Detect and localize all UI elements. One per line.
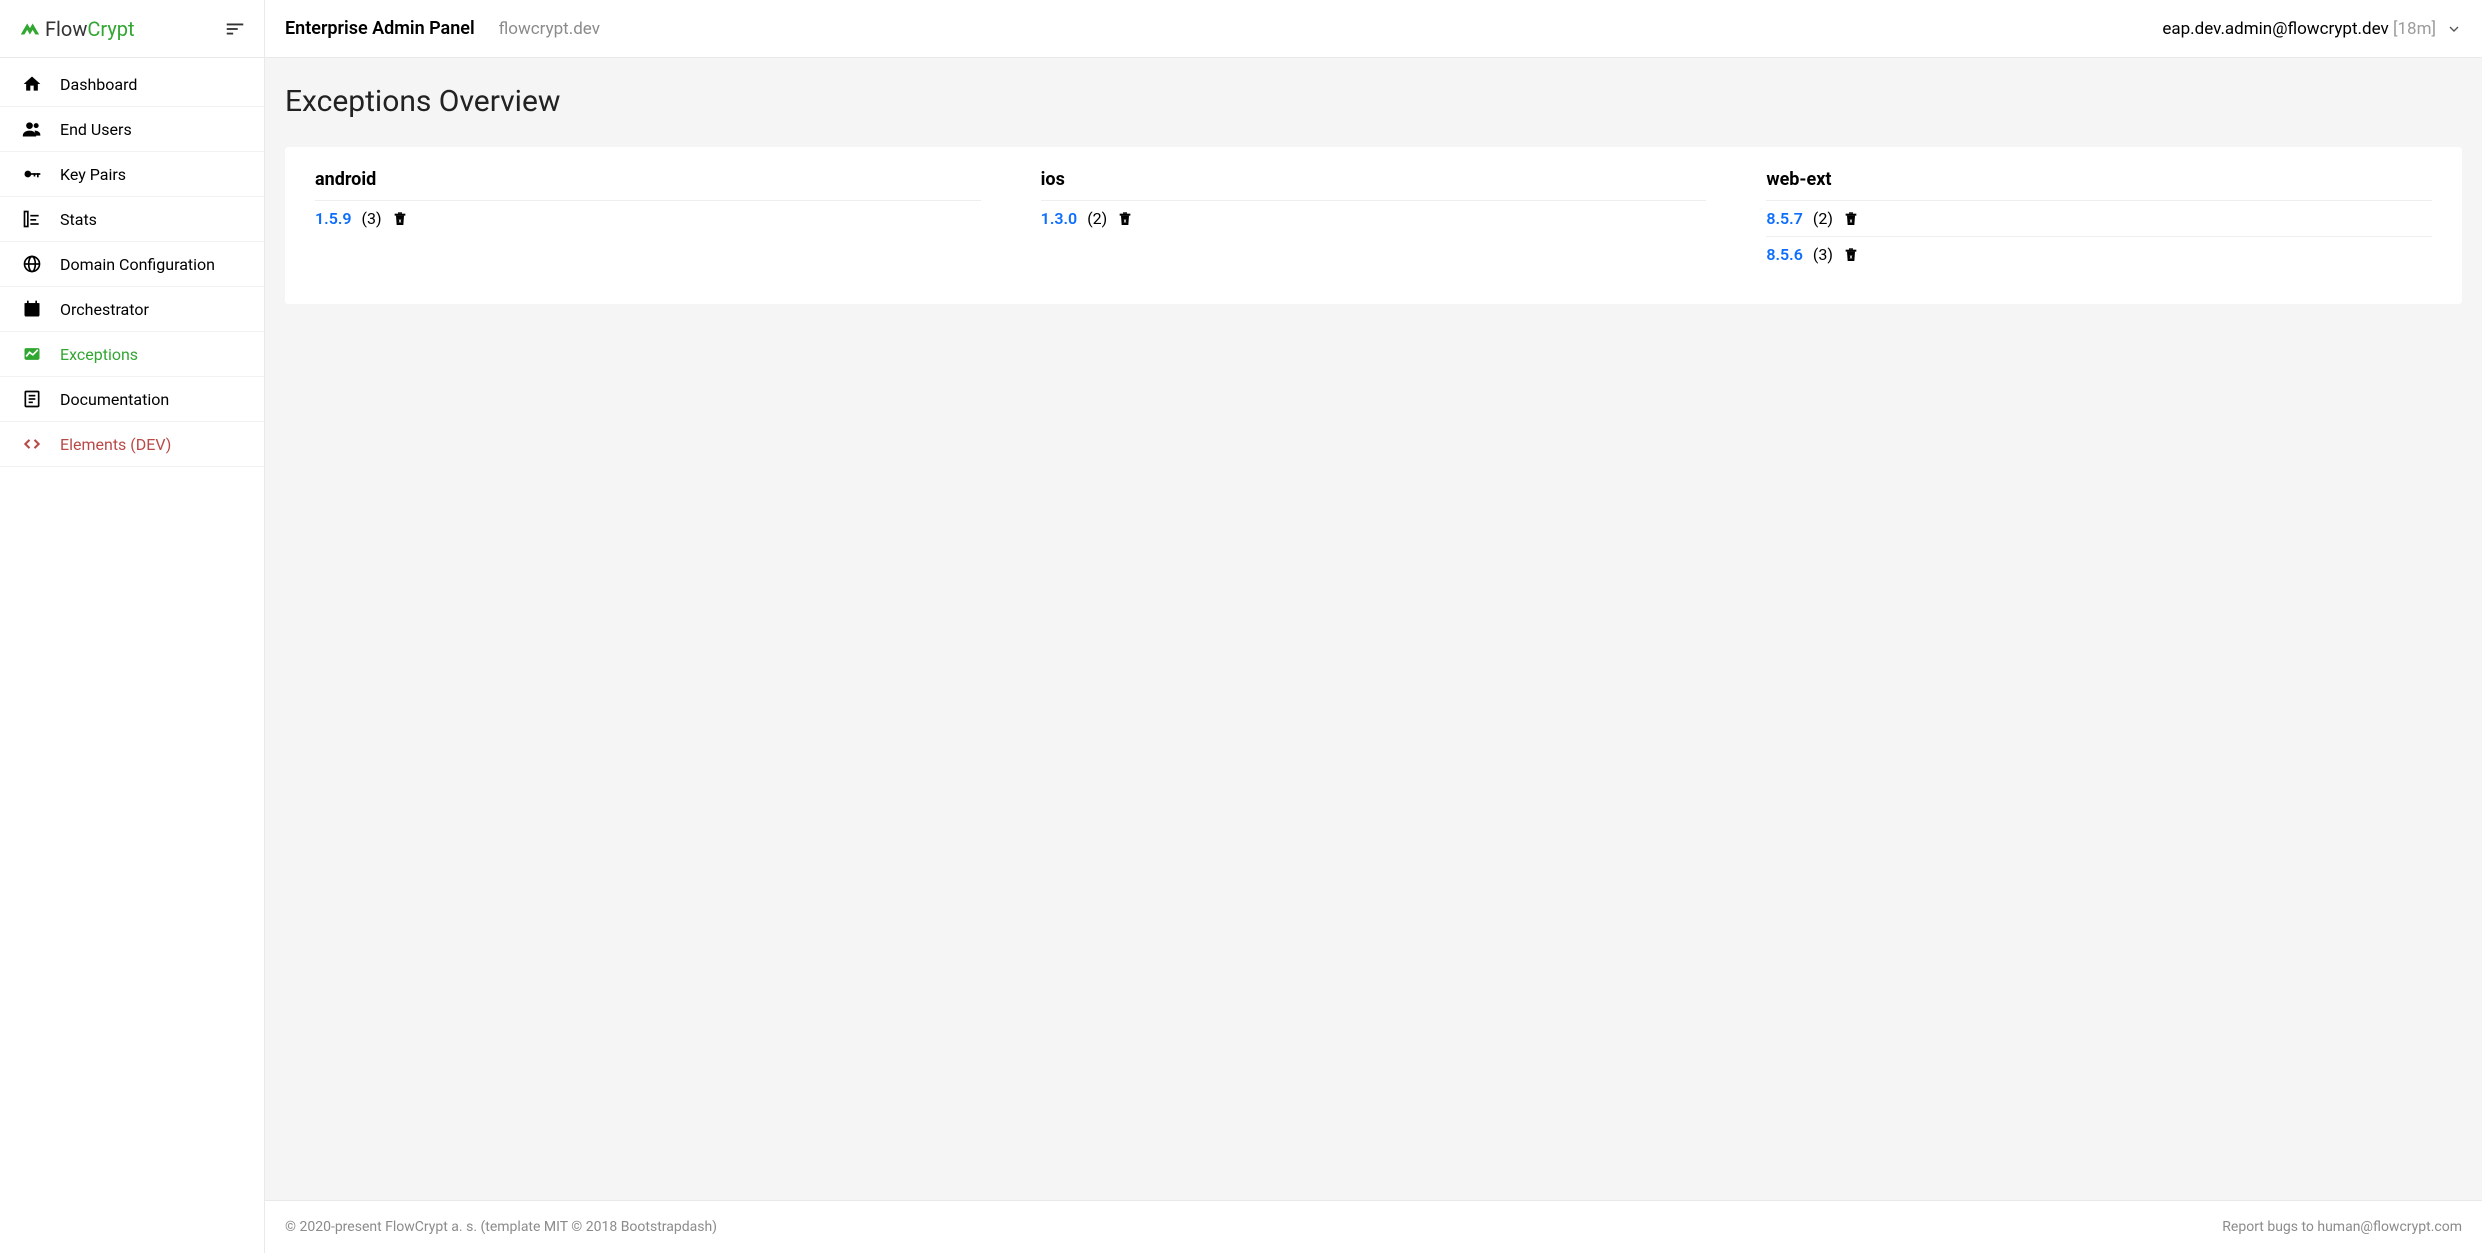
- sidebar-item-label: Stats: [60, 210, 97, 229]
- sidebar-item-label: Exceptions: [60, 345, 138, 364]
- calendar-icon: [22, 299, 42, 319]
- sidebar-item-label: Dashboard: [60, 75, 137, 94]
- version-count: (3): [1813, 245, 1833, 264]
- stats-icon: [22, 209, 42, 229]
- sidebar-header: FlowCrypt: [0, 0, 264, 58]
- logo[interactable]: FlowCrypt: [18, 17, 135, 41]
- sidebar-item-key-pairs[interactable]: Key Pairs: [0, 152, 264, 197]
- sidebar-item-documentation[interactable]: Documentation: [0, 377, 264, 422]
- sidebar-item-end-users[interactable]: End Users: [0, 107, 264, 152]
- user-session-time: [18m]: [2393, 19, 2436, 39]
- exceptions-column-web-ext: web-ext 8.5.7 (2) x 8.5.6 (3) x: [1736, 169, 2462, 272]
- trash-icon[interactable]: x: [1843, 247, 1859, 263]
- trash-icon[interactable]: x: [1117, 211, 1133, 227]
- page-title: Exceptions Overview: [285, 84, 2462, 119]
- logo-icon: [18, 18, 40, 40]
- sidebar-item-label: Documentation: [60, 390, 169, 409]
- svg-text:x: x: [398, 218, 401, 224]
- sidebar-item-exceptions[interactable]: Exceptions: [0, 332, 264, 377]
- sidebar-item-label: Domain Configuration: [60, 255, 215, 274]
- doc-icon: [22, 389, 42, 409]
- globe-icon: [22, 254, 42, 274]
- version-link[interactable]: 1.3.0: [1041, 209, 1078, 228]
- key-icon: [22, 164, 42, 184]
- sidebar-item-dashboard[interactable]: Dashboard: [0, 62, 264, 107]
- version-count: (2): [1813, 209, 1833, 228]
- version-row: 1.5.9 (3) x: [315, 200, 981, 236]
- svg-text:x: x: [1850, 218, 1853, 224]
- trash-icon[interactable]: x: [1843, 211, 1859, 227]
- svg-text:x: x: [1850, 254, 1853, 260]
- exceptions-column-android: android 1.5.9 (3) x: [285, 169, 1011, 272]
- logo-text-flow: Flow: [45, 17, 87, 41]
- svg-text:x: x: [1124, 218, 1127, 224]
- version-link[interactable]: 8.5.6: [1766, 245, 1803, 264]
- sidebar: FlowCrypt Dashboard End Users Key Pairs Sta…: [0, 0, 265, 1253]
- panel-domain: flowcrypt.dev: [499, 19, 600, 39]
- version-row: 8.5.6 (3) x: [1766, 236, 2432, 272]
- sidebar-item-label: End Users: [60, 120, 132, 139]
- footer-copyright: © 2020-present FlowCrypt a. s. (template…: [285, 1219, 717, 1235]
- footer-bugs-link[interactable]: human@flowcrypt.com: [2317, 1219, 2462, 1235]
- column-header: ios: [1041, 169, 1707, 200]
- panel-title: Enterprise Admin Panel: [285, 18, 475, 39]
- version-link[interactable]: 1.5.9: [315, 209, 352, 228]
- sidebar-item-label: Elements (DEV): [60, 435, 171, 454]
- sidebar-nav: Dashboard End Users Key Pairs Stats Domain C…: [0, 58, 264, 467]
- version-row: 1.3.0 (2) x: [1041, 200, 1707, 236]
- people-icon: [22, 119, 42, 139]
- code-icon: [22, 434, 42, 454]
- user-menu[interactable]: eap.dev.admin@flowcrypt.dev [18m]: [2162, 19, 2462, 39]
- menu-toggle-icon[interactable]: [224, 18, 246, 40]
- column-header: web-ext: [1766, 169, 2432, 200]
- topbar: Enterprise Admin Panel flowcrypt.dev eap…: [265, 0, 2482, 58]
- version-count: (2): [1087, 209, 1107, 228]
- sidebar-item-label: Orchestrator: [60, 300, 149, 319]
- chevron-down-icon: [2446, 21, 2462, 37]
- exceptions-card: android1.5.9(3)xios1.3.0(2)xweb-ext8.5.7…: [285, 147, 2462, 304]
- exceptions-column-ios: ios 1.3.0 (2) x: [1011, 169, 1737, 272]
- version-link[interactable]: 8.5.7: [1766, 209, 1803, 228]
- logo-text-crypt: Crypt: [87, 17, 134, 41]
- version-row: 8.5.7 (2) x: [1766, 200, 2432, 236]
- sidebar-item-domain-configuration[interactable]: Domain Configuration: [0, 242, 264, 287]
- sidebar-item-label: Key Pairs: [60, 165, 126, 184]
- sidebar-item-elements-dev-[interactable]: Elements (DEV): [0, 422, 264, 467]
- column-header: android: [315, 169, 981, 200]
- chart-icon: [22, 344, 42, 364]
- sidebar-item-stats[interactable]: Stats: [0, 197, 264, 242]
- version-count: (3): [362, 209, 382, 228]
- home-icon: [22, 74, 42, 94]
- user-email: eap.dev.admin@flowcrypt.dev [18m]: [2162, 19, 2436, 39]
- trash-icon[interactable]: x: [392, 211, 408, 227]
- footer-bugs: Report bugs to human@flowcrypt.com: [2222, 1219, 2462, 1235]
- sidebar-item-orchestrator[interactable]: Orchestrator: [0, 287, 264, 332]
- footer: © 2020-present FlowCrypt a. s. (template…: [265, 1200, 2482, 1253]
